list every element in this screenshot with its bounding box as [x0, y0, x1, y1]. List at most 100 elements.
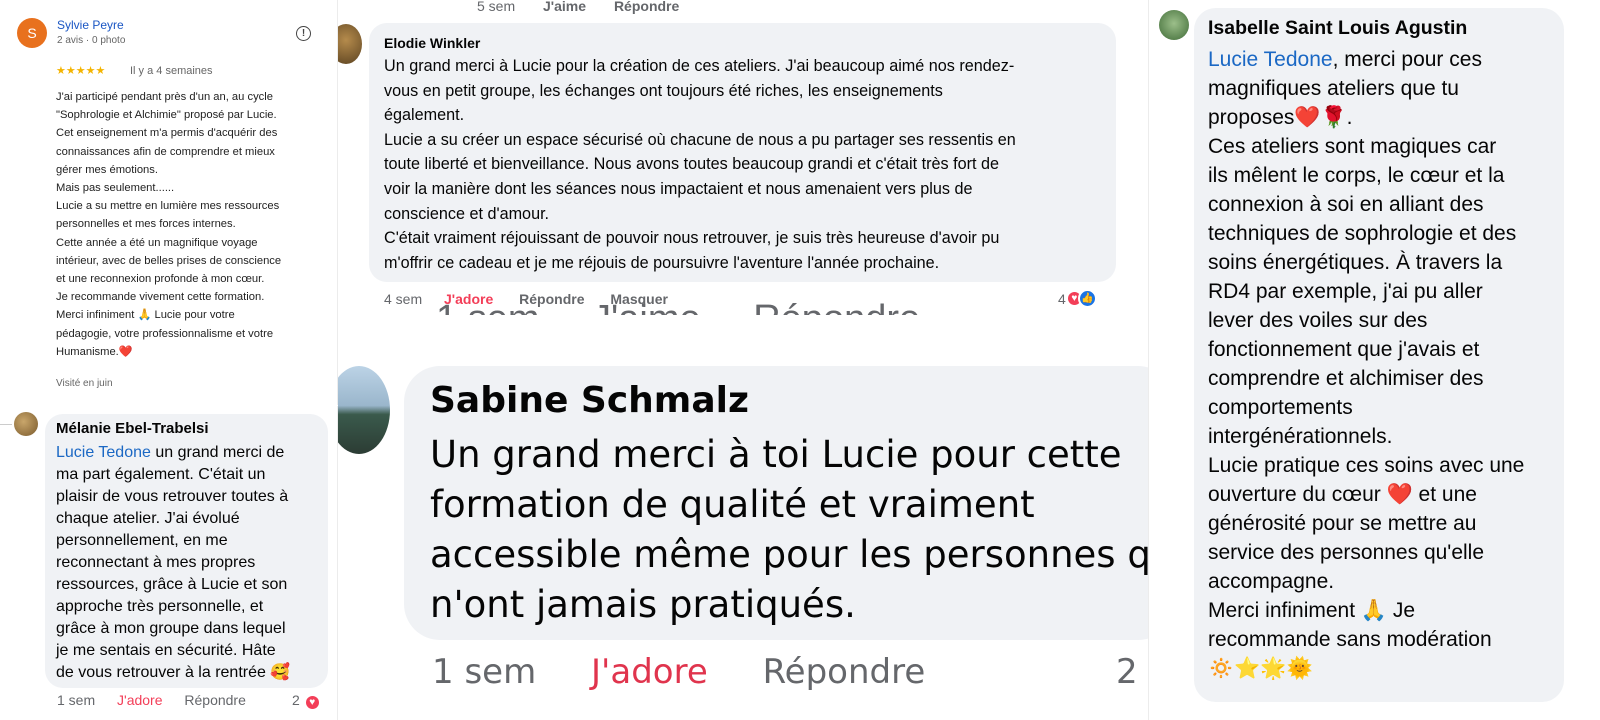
reply-button[interactable]: Répondre — [614, 0, 679, 14]
comment-line: ouverture du cœur ❤️ et une — [1208, 483, 1477, 506]
comment-line: voir la manière dont les séances nous im… — [384, 179, 973, 198]
previous-comment-actions: 5 sem J'aime Répondre — [477, 0, 703, 14]
comment-author[interactable]: Mélanie Ebel-Trabelsi — [56, 420, 209, 437]
reply-button: Répondre — [753, 298, 920, 315]
comment-line: lever des voiles sur des — [1208, 309, 1428, 332]
comment-line: Lucie a su créer un espace sécurisé où c… — [384, 130, 1016, 149]
comment-author[interactable]: Elodie Winkler — [384, 35, 480, 51]
comment-line: Un grand merci à toi Lucie pour cette — [430, 433, 1122, 476]
review-line: Cette année a été un magnifique voyage — [56, 236, 258, 249]
avatar[interactable] — [1159, 10, 1189, 40]
comment-author[interactable]: Isabelle Saint Louis Agustin — [1208, 17, 1467, 40]
comment-line: je me sentais en sécurité. Hâte — [56, 642, 276, 659]
comment-text: Lucie Tedone, merci pour ces magnifiques… — [1208, 45, 1560, 683]
comment-line: recommande sans modération — [1208, 628, 1492, 651]
love-button[interactable]: J'adore — [117, 692, 162, 708]
reviewer-name-link[interactable]: Sylvie Peyre — [57, 18, 124, 32]
comment-time[interactable]: 5 sem — [477, 0, 515, 14]
comment-line: magnifiques ateliers que tu — [1208, 77, 1459, 100]
reply-button[interactable]: Répondre — [184, 692, 246, 708]
comment-line: conscience et d'amour. — [384, 204, 550, 223]
review-line: connaissances afin de comprendre et mieu… — [56, 145, 275, 158]
comment-line: fonctionnement que j'avais et — [1208, 338, 1480, 361]
comment-line: intergénérationnels. — [1208, 425, 1393, 448]
thread-line — [0, 424, 12, 425]
comment-text: Lucie Tedone un grand merci de ma part é… — [56, 442, 321, 684]
comment-line: grâce à mon groupe dans lequel — [56, 620, 286, 637]
cropped-actions-row: 1 sem J'aime Répondre — [436, 298, 962, 315]
comment-actions: 1 sem J'adore Répondre — [57, 692, 264, 708]
review-line: et une reconnexion profonde à mon cœur. — [56, 273, 265, 286]
comment-line: vous en petit groupe, les échanges ont t… — [384, 81, 943, 100]
comment-actions: 1 sem J'adore Répondre — [432, 652, 969, 692]
comment-line: C'était vraiment réjouissant de pouvoir … — [384, 229, 1000, 248]
comment-line: proposes❤️🌹. — [1208, 106, 1353, 129]
comment-line: RD4 par exemple, j'ai pu aller — [1208, 280, 1483, 303]
comment-time: 1 sem — [436, 298, 539, 315]
comment-line: également. — [384, 106, 465, 125]
review-line: J'ai participé pendant près d'un an, au … — [56, 91, 273, 103]
comment-author[interactable]: Sabine Schmalz — [430, 380, 749, 421]
review-line: "Sophrologie et Alchimie" proposé par Lu… — [56, 109, 277, 122]
thumbs-up-icon: 👍 — [1077, 289, 1097, 308]
review-line: Lucie a su mettre en lumière mes ressour… — [56, 200, 280, 213]
comment-line: Lucie Tedone, merci pour ces — [1208, 45, 1560, 74]
mention-link[interactable]: Lucie Tedone — [56, 444, 151, 461]
review-line: gérer mes émotions. — [56, 163, 158, 176]
comment-line: toute liberté et bienveillance. Nous avo… — [384, 155, 999, 174]
review-line: Mais pas seulement...... — [56, 182, 175, 195]
reaction-count: 4 — [1058, 290, 1066, 307]
review-line: pédagogie, votre professionnalisme et vo… — [56, 327, 274, 340]
review-line: Humanisme.❤️ — [56, 345, 133, 358]
comment-line: comprendre et alchimiser des — [1208, 367, 1484, 390]
comment-line: 🔅⭐🌟🌞 — [1208, 657, 1313, 680]
comment-line: m'offrir ce cadeau et je me réjouis de p… — [384, 253, 940, 272]
avatar[interactable] — [14, 412, 38, 436]
comment-text: Un grand merci à Lucie pour la création … — [384, 54, 1104, 275]
review-line: Cet enseignement m'a permis d'acquérir d… — [56, 127, 278, 140]
comment-line-text: , merci pour ces — [1332, 48, 1482, 71]
comment-time[interactable]: 1 sem — [57, 692, 95, 708]
comment-line: connexion à soi en alliant des — [1208, 193, 1484, 216]
info-icon[interactable]: ! — [296, 26, 311, 41]
like-button[interactable]: J'aime — [543, 0, 586, 14]
comment-line: Un grand merci à Lucie pour la création … — [384, 57, 1015, 75]
reaction-summary[interactable]: 4 ♥ 👍 — [1058, 289, 1097, 308]
reply-button[interactable]: Répondre — [763, 652, 926, 692]
comment-time[interactable]: 4 sem — [384, 291, 422, 307]
comment-line: accessible même pour les personnes qui — [430, 533, 1148, 576]
reaction-summary[interactable]: 2 ♥ — [292, 692, 321, 711]
comment-line: comportements — [1208, 396, 1353, 419]
reaction-count: 2 — [292, 692, 300, 708]
comment-line: service des personnes qu'elle — [1208, 541, 1485, 564]
review-text: J'ai participé pendant près d'un an, au … — [56, 88, 326, 361]
like-button: J'aime — [592, 298, 701, 315]
reviewer-meta: 2 avis · 0 photo — [57, 35, 126, 46]
google-review-card: S Sylvie Peyre 2 avis · 0 photo ! ★★★★★ … — [0, 0, 338, 405]
avatar[interactable] — [338, 24, 362, 64]
heart-icon: ♥ — [303, 694, 321, 711]
comment-line: Ces ateliers sont magiques car — [1208, 135, 1497, 158]
rating-stars: ★★★★★ — [56, 65, 106, 77]
reaction-count[interactable]: 2 — [1116, 652, 1138, 692]
comment-line: de vous retrouver à la rentrée 🥰 — [56, 664, 291, 681]
comment-line: ma part également. C'était un — [56, 466, 266, 483]
comment-line: personnellement, en me — [56, 532, 228, 549]
comment-line: formation de qualité et vraiment — [430, 483, 1035, 526]
comment-text: Un grand merci à toi Lucie pour cette fo… — [430, 430, 1148, 630]
comment-line: plaisir de vous retrouver toutes à — [56, 488, 289, 505]
review-line: personnelles et mes forces internes. — [56, 218, 236, 231]
comment-line: techniques de sophrologie et des — [1208, 222, 1517, 245]
comment-line: Lucie Tedone un grand merci de — [56, 442, 321, 464]
comment-time[interactable]: 1 sem — [432, 652, 536, 692]
comment-sabine: Sabine Schmalz Un grand merci à toi Luci… — [338, 352, 1148, 720]
love-button[interactable]: J'adore — [591, 652, 708, 692]
comment-line: soins énergétiques. À travers la — [1208, 251, 1503, 274]
comment-line: n'ont jamais pratiqués. — [430, 583, 856, 626]
comment-line: ils mêlent le corps, le cœur et la — [1208, 164, 1505, 187]
comment-isabelle: Isabelle Saint Louis Agustin Lucie Tedon… — [1148, 0, 1600, 720]
avatar[interactable] — [338, 366, 390, 454]
comment-melanie: Mélanie Ebel-Trabelsi Lucie Tedone un gr… — [0, 406, 338, 720]
reviewer-avatar[interactable]: S — [17, 18, 47, 48]
mention-link[interactable]: Lucie Tedone — [1208, 48, 1333, 71]
